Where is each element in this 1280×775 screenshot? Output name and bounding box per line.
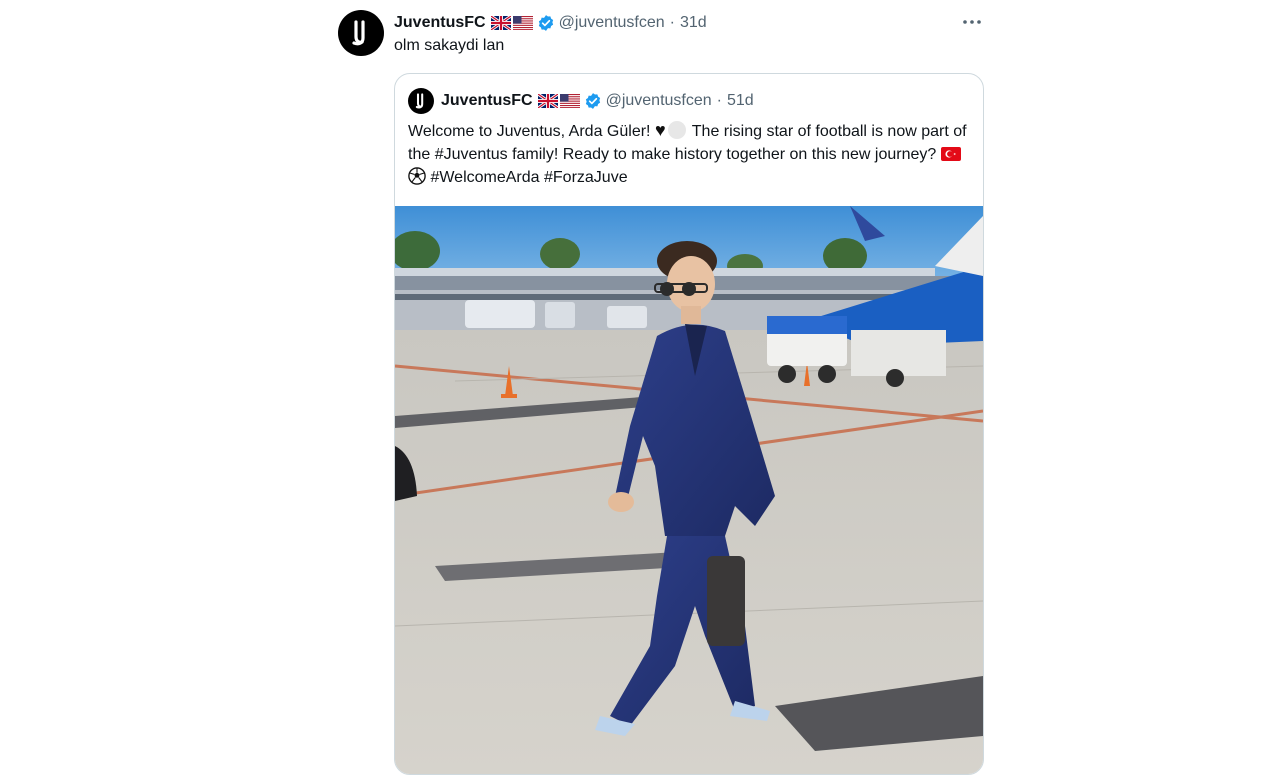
soccer-ball-icon [408,167,426,185]
airport-photo-image [395,206,983,774]
turkey-flag-icon [940,147,961,161]
quoted-text-part1: Welcome to Juventus, Arda Güler! [408,123,655,140]
flags [490,16,533,30]
verified-badge-icon [538,15,553,31]
tweet-text: olm sakaydi lan [394,37,505,54]
white-circle-icon [667,121,686,139]
quoted-tweet-time[interactable]: 51d [727,92,754,110]
us-flag-icon [512,16,533,30]
quoted-author-name[interactable]: JuventusFC [441,92,533,110]
tweet-time[interactable]: 31d [680,14,707,32]
quoted-text-part3: family! Ready to make history together o… [507,146,941,163]
hashtag-welcomearda[interactable]: #WelcomeArda [430,169,539,186]
tweet-photo[interactable] [395,206,983,774]
separator-dot: · [716,92,722,109]
separator-dot: · [669,14,675,31]
juventus-logo-icon [415,93,424,109]
us-flag-icon [559,94,580,108]
quoted-avatar[interactable] [408,88,434,114]
avatar[interactable] [338,10,384,56]
verified-badge-icon [585,93,600,109]
author-name[interactable]: JuventusFC [394,14,486,32]
juventus-logo-icon [352,20,365,46]
quoted-tweet-text: Welcome to Juventus, Arda Güler! ♥ The r… [408,119,968,189]
hashtag-juventus[interactable]: #Juventus [435,146,508,163]
tweet-header: JuventusFC @juventusfcen · 31d [394,12,988,34]
more-options-button[interactable] [962,12,982,32]
black-heart-icon: ♥ [654,120,666,140]
author-handle[interactable]: @juventusfcen [559,14,665,32]
uk-flag-icon [490,16,511,30]
flags [537,94,580,108]
quoted-tweet[interactable]: JuventusFC @juventusfcen · 51d Welcome t… [394,73,984,775]
hashtag-forzajuve[interactable]: #ForzaJuve [544,169,628,186]
quoted-author-handle[interactable]: @juventusfcen [606,92,712,110]
uk-flag-icon [537,94,558,108]
ellipsis-icon [963,20,981,24]
quoted-tweet-header: JuventusFC @juventusfcen · 51d [408,88,971,114]
tweet[interactable]: JuventusFC @juventusfcen · 31d olm sakay… [338,0,988,775]
